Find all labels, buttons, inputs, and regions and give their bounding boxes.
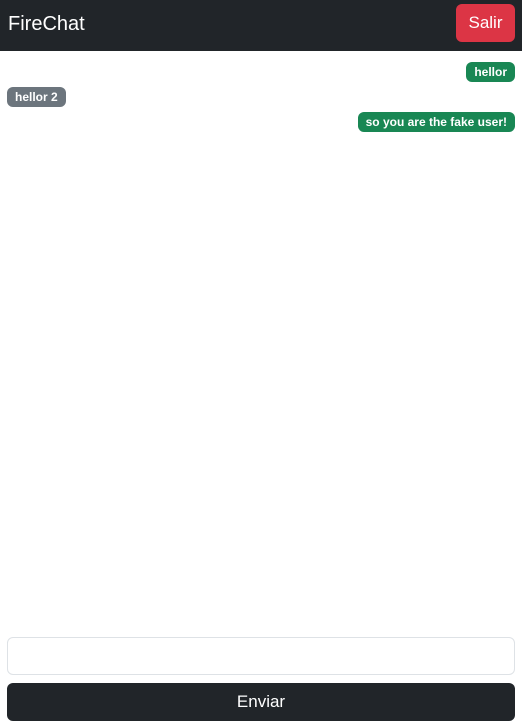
message-bubble-theirs: hellor 2 xyxy=(7,87,66,107)
navbar: FireChat Salir xyxy=(0,0,522,51)
message-bubble-mine: hellor xyxy=(466,62,515,82)
message-row: so you are the fake user! xyxy=(7,112,515,132)
message-bubble-mine: so you are the fake user! xyxy=(357,112,515,132)
message-input[interactable] xyxy=(7,637,515,675)
brand-title[interactable]: FireChat xyxy=(8,11,85,37)
send-button[interactable]: Enviar xyxy=(7,683,515,721)
message-row: hellor xyxy=(7,62,515,82)
message-row: hellor 2 xyxy=(7,87,515,107)
message-list: hellor hellor 2 so you are the fake user… xyxy=(7,62,515,622)
logout-button[interactable]: Salir xyxy=(456,4,515,42)
